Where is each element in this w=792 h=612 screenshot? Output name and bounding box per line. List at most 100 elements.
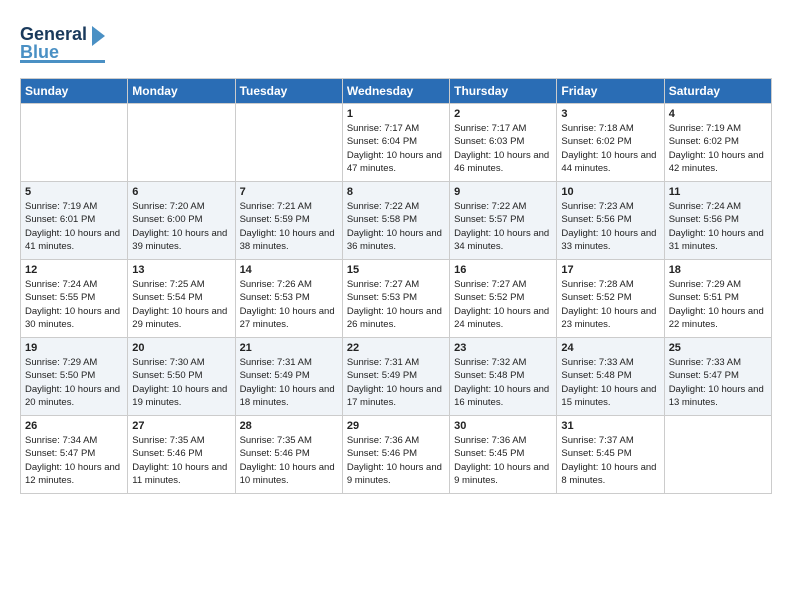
day-cell: 11 Sunrise: 7:24 AMSunset: 5:56 PMDaylig… (664, 182, 771, 260)
day-number: 14 (240, 264, 338, 276)
day-cell: 28 Sunrise: 7:35 AMSunset: 5:46 PMDaylig… (235, 416, 342, 494)
svg-text:General: General (20, 24, 87, 44)
day-cell: 18 Sunrise: 7:29 AMSunset: 5:51 PMDaylig… (664, 260, 771, 338)
day-number: 4 (669, 108, 767, 120)
col-header-friday: Friday (557, 79, 664, 104)
day-number: 9 (454, 186, 552, 198)
day-info: Sunrise: 7:29 AMSunset: 5:51 PMDaylight:… (669, 278, 767, 331)
day-info: Sunrise: 7:17 AMSunset: 6:03 PMDaylight:… (454, 122, 552, 175)
day-cell: 13 Sunrise: 7:25 AMSunset: 5:54 PMDaylig… (128, 260, 235, 338)
day-number: 10 (561, 186, 659, 198)
day-info: Sunrise: 7:31 AMSunset: 5:49 PMDaylight:… (240, 356, 338, 409)
day-info: Sunrise: 7:32 AMSunset: 5:48 PMDaylight:… (454, 356, 552, 409)
day-number: 27 (132, 420, 230, 432)
day-cell: 17 Sunrise: 7:28 AMSunset: 5:52 PMDaylig… (557, 260, 664, 338)
day-info: Sunrise: 7:28 AMSunset: 5:52 PMDaylight:… (561, 278, 659, 331)
day-number: 6 (132, 186, 230, 198)
day-cell (128, 104, 235, 182)
day-number: 16 (454, 264, 552, 276)
day-number: 24 (561, 342, 659, 354)
day-cell: 12 Sunrise: 7:24 AMSunset: 5:55 PMDaylig… (21, 260, 128, 338)
week-row-2: 5 Sunrise: 7:19 AMSunset: 6:01 PMDayligh… (21, 182, 772, 260)
day-number: 30 (454, 420, 552, 432)
day-number: 7 (240, 186, 338, 198)
day-number: 15 (347, 264, 445, 276)
day-cell: 26 Sunrise: 7:34 AMSunset: 5:47 PMDaylig… (21, 416, 128, 494)
day-cell: 1 Sunrise: 7:17 AMSunset: 6:04 PMDayligh… (342, 104, 449, 182)
day-cell: 3 Sunrise: 7:18 AMSunset: 6:02 PMDayligh… (557, 104, 664, 182)
day-cell: 5 Sunrise: 7:19 AMSunset: 6:01 PMDayligh… (21, 182, 128, 260)
day-cell: 25 Sunrise: 7:33 AMSunset: 5:47 PMDaylig… (664, 338, 771, 416)
day-cell: 15 Sunrise: 7:27 AMSunset: 5:53 PMDaylig… (342, 260, 449, 338)
day-info: Sunrise: 7:19 AMSunset: 6:01 PMDaylight:… (25, 200, 123, 253)
day-number: 29 (347, 420, 445, 432)
day-cell: 30 Sunrise: 7:36 AMSunset: 5:45 PMDaylig… (450, 416, 557, 494)
day-number: 5 (25, 186, 123, 198)
day-number: 23 (454, 342, 552, 354)
day-info: Sunrise: 7:36 AMSunset: 5:46 PMDaylight:… (347, 434, 445, 487)
day-info: Sunrise: 7:22 AMSunset: 5:57 PMDaylight:… (454, 200, 552, 253)
day-info: Sunrise: 7:20 AMSunset: 6:00 PMDaylight:… (132, 200, 230, 253)
header: General Blue (20, 18, 772, 68)
day-cell: 4 Sunrise: 7:19 AMSunset: 6:02 PMDayligh… (664, 104, 771, 182)
svg-text:Blue: Blue (20, 42, 59, 62)
day-number: 28 (240, 420, 338, 432)
col-header-wednesday: Wednesday (342, 79, 449, 104)
day-info: Sunrise: 7:29 AMSunset: 5:50 PMDaylight:… (25, 356, 123, 409)
day-number: 1 (347, 108, 445, 120)
day-cell (235, 104, 342, 182)
day-cell (21, 104, 128, 182)
col-header-monday: Monday (128, 79, 235, 104)
day-info: Sunrise: 7:17 AMSunset: 6:04 PMDaylight:… (347, 122, 445, 175)
day-cell: 21 Sunrise: 7:31 AMSunset: 5:49 PMDaylig… (235, 338, 342, 416)
day-number: 26 (25, 420, 123, 432)
day-number: 22 (347, 342, 445, 354)
day-cell: 16 Sunrise: 7:27 AMSunset: 5:52 PMDaylig… (450, 260, 557, 338)
day-info: Sunrise: 7:36 AMSunset: 5:45 PMDaylight:… (454, 434, 552, 487)
day-cell: 24 Sunrise: 7:33 AMSunset: 5:48 PMDaylig… (557, 338, 664, 416)
day-info: Sunrise: 7:37 AMSunset: 5:45 PMDaylight:… (561, 434, 659, 487)
day-info: Sunrise: 7:18 AMSunset: 6:02 PMDaylight:… (561, 122, 659, 175)
day-cell: 20 Sunrise: 7:30 AMSunset: 5:50 PMDaylig… (128, 338, 235, 416)
day-number: 19 (25, 342, 123, 354)
day-cell: 27 Sunrise: 7:35 AMSunset: 5:46 PMDaylig… (128, 416, 235, 494)
day-info: Sunrise: 7:35 AMSunset: 5:46 PMDaylight:… (240, 434, 338, 487)
day-number: 12 (25, 264, 123, 276)
col-header-sunday: Sunday (21, 79, 128, 104)
logo-svg: General Blue (20, 18, 105, 63)
col-header-tuesday: Tuesday (235, 79, 342, 104)
week-row-1: 1 Sunrise: 7:17 AMSunset: 6:04 PMDayligh… (21, 104, 772, 182)
day-number: 8 (347, 186, 445, 198)
week-row-4: 19 Sunrise: 7:29 AMSunset: 5:50 PMDaylig… (21, 338, 772, 416)
day-number: 13 (132, 264, 230, 276)
col-header-saturday: Saturday (664, 79, 771, 104)
week-row-5: 26 Sunrise: 7:34 AMSunset: 5:47 PMDaylig… (21, 416, 772, 494)
day-number: 21 (240, 342, 338, 354)
day-info: Sunrise: 7:34 AMSunset: 5:47 PMDaylight:… (25, 434, 123, 487)
day-info: Sunrise: 7:27 AMSunset: 5:52 PMDaylight:… (454, 278, 552, 331)
day-number: 25 (669, 342, 767, 354)
day-number: 18 (669, 264, 767, 276)
day-cell: 19 Sunrise: 7:29 AMSunset: 5:50 PMDaylig… (21, 338, 128, 416)
calendar-table: SundayMondayTuesdayWednesdayThursdayFrid… (20, 78, 772, 494)
day-number: 3 (561, 108, 659, 120)
day-info: Sunrise: 7:24 AMSunset: 5:56 PMDaylight:… (669, 200, 767, 253)
day-number: 11 (669, 186, 767, 198)
page: General Blue SundayMondayTuesdayWednesda… (0, 0, 792, 504)
day-info: Sunrise: 7:22 AMSunset: 5:58 PMDaylight:… (347, 200, 445, 253)
day-info: Sunrise: 7:35 AMSunset: 5:46 PMDaylight:… (132, 434, 230, 487)
day-info: Sunrise: 7:33 AMSunset: 5:47 PMDaylight:… (669, 356, 767, 409)
day-info: Sunrise: 7:31 AMSunset: 5:49 PMDaylight:… (347, 356, 445, 409)
day-cell: 22 Sunrise: 7:31 AMSunset: 5:49 PMDaylig… (342, 338, 449, 416)
day-info: Sunrise: 7:19 AMSunset: 6:02 PMDaylight:… (669, 122, 767, 175)
week-row-3: 12 Sunrise: 7:24 AMSunset: 5:55 PMDaylig… (21, 260, 772, 338)
day-info: Sunrise: 7:25 AMSunset: 5:54 PMDaylight:… (132, 278, 230, 331)
day-cell: 8 Sunrise: 7:22 AMSunset: 5:58 PMDayligh… (342, 182, 449, 260)
day-cell: 14 Sunrise: 7:26 AMSunset: 5:53 PMDaylig… (235, 260, 342, 338)
day-cell: 10 Sunrise: 7:23 AMSunset: 5:56 PMDaylig… (557, 182, 664, 260)
day-cell: 9 Sunrise: 7:22 AMSunset: 5:57 PMDayligh… (450, 182, 557, 260)
day-info: Sunrise: 7:24 AMSunset: 5:55 PMDaylight:… (25, 278, 123, 331)
day-number: 2 (454, 108, 552, 120)
col-header-thursday: Thursday (450, 79, 557, 104)
day-cell: 6 Sunrise: 7:20 AMSunset: 6:00 PMDayligh… (128, 182, 235, 260)
